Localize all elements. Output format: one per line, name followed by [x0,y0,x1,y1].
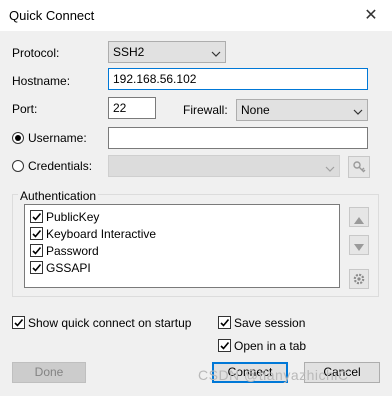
triangle-down-icon [354,241,364,255]
key-icon [352,160,366,177]
firewall-select[interactable]: None [236,99,368,121]
gear-icon [352,272,366,289]
show-quick-connect-checkbox[interactable] [12,316,25,329]
publickey-label: PublicKey [46,210,100,224]
credentials-label: Credentials: [28,159,93,173]
firewall-value: None [241,103,270,117]
publickey-checkbox[interactable] [30,210,43,223]
save-session-checkbox[interactable] [218,316,231,329]
username-radio[interactable] [12,132,24,144]
window-title: Quick Connect [9,8,95,23]
move-down-button[interactable] [349,235,369,255]
triangle-up-icon [354,213,364,227]
protocol-value: SSH2 [113,45,145,59]
keyboard-interactive-checkbox[interactable] [30,227,43,240]
gssapi-label: GSSAPI [46,261,91,275]
credentials-select[interactable] [108,155,340,177]
protocol-label: Protocol: [12,46,60,60]
hostname-input[interactable]: 192.168.56.102 [108,68,368,90]
username-input[interactable] [108,127,368,149]
save-session-label: Save session [234,316,306,330]
show-quick-connect-label: Show quick connect on startup [28,316,192,330]
open-in-tab-label: Open in a tab [234,339,307,353]
open-in-tab-checkbox[interactable] [218,339,231,352]
hostname-value: 192.168.56.102 [113,72,197,86]
properties-button[interactable] [349,269,369,289]
csdn-watermark: CSDN @tianyazhichiC [198,367,349,383]
port-label: Port: [12,102,38,116]
port-value: 22 [113,101,127,115]
credentials-radio[interactable] [12,160,24,172]
password-checkbox[interactable] [30,244,43,257]
username-label: Username: [28,131,87,145]
move-up-button[interactable] [349,207,369,227]
chevron-down-icon [325,162,335,176]
keyboard-interactive-label: Keyboard Interactive [46,227,157,241]
authentication-label: Authentication [18,189,99,203]
credentials-manager-button[interactable] [348,156,370,178]
port-input[interactable]: 22 [108,97,156,119]
gssapi-checkbox[interactable] [30,261,43,274]
hostname-label: Hostname: [12,74,71,88]
chevron-down-icon [353,105,363,119]
chevron-down-icon [211,47,221,61]
password-label: Password [46,244,99,258]
radio-dot [15,135,21,141]
done-button[interactable]: Done [12,362,86,383]
firewall-label: Firewall: [183,103,228,117]
protocol-select[interactable]: SSH2 [108,41,226,63]
close-icon[interactable]: ✕ [361,6,381,26]
